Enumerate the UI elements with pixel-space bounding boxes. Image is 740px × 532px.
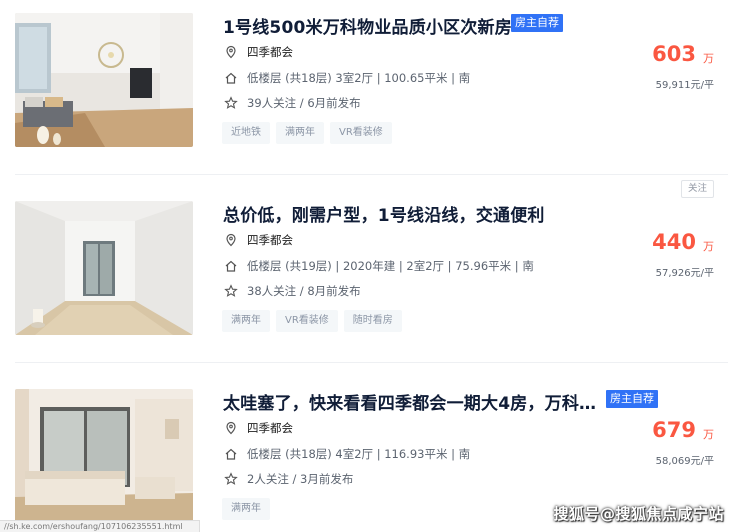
house-details: 低楼层 (共18层) 4室2厅 | 116.93平米 | 南: [247, 447, 471, 461]
follow-stats: 2人关注 / 3月前发布: [247, 472, 354, 486]
tag: 近地铁: [222, 122, 270, 144]
details-row: 低楼层 (共19层) | 2020年建 | 2室2厅 | 75.96平米 | 南: [222, 257, 534, 275]
price-unit: 万: [703, 52, 714, 65]
empty-room-photo: [15, 201, 193, 335]
tag-list: 满两年: [222, 498, 270, 520]
total-price: 603: [652, 42, 696, 66]
watermark: 搜狐号@搜狐焦点咸宁站: [553, 505, 724, 523]
stats-row: 2人关注 / 3月前发布: [222, 470, 353, 488]
tag-list: 满两年 VR看装修 随时看房: [222, 310, 402, 332]
star-icon: [222, 282, 240, 300]
tag: 随时看房: [343, 310, 402, 332]
total-price: 440: [652, 230, 696, 254]
listing-photo[interactable]: [15, 201, 193, 335]
location-pin-icon: [222, 231, 240, 249]
tag: 满两年: [222, 498, 270, 520]
unit-price: 59,911元/平: [655, 80, 714, 91]
house-details: 低楼层 (共19层) | 2020年建 | 2室2厅 | 75.96平米 | 南: [247, 259, 534, 273]
house-details: 低楼层 (共18层) 3室2厅 | 100.65平米 | 南: [247, 71, 471, 85]
bedroom-photo: [15, 389, 193, 523]
status-url-bar: //sh.ke.com/ershoufang/107106235551.html: [0, 520, 200, 532]
listing-card[interactable]: 关注 总价低，刚需户型，1号线沿线，交通便利 四季都会 低楼层 (共19层) |…: [0, 175, 740, 363]
owner-recommend-badge: 房主自荐: [511, 14, 563, 32]
listing-title[interactable]: 总价低，刚需户型，1号线沿线，交通便利: [223, 201, 545, 226]
tag: VR看装修: [330, 122, 392, 144]
tag: 满两年: [276, 122, 324, 144]
location-pin-icon: [222, 43, 240, 61]
total-price: 679: [652, 418, 696, 442]
community-name[interactable]: 四季都会: [247, 420, 293, 436]
listing-photo[interactable]: [15, 389, 193, 523]
price-unit: 万: [703, 240, 714, 253]
tag: 满两年: [222, 310, 270, 332]
follow-stats: 38人关注 / 8月前发布: [247, 284, 361, 298]
community-row[interactable]: 四季都会: [222, 43, 293, 61]
details-row: 低楼层 (共18层) 3室2厅 | 100.65平米 | 南: [222, 69, 470, 87]
listing-photo[interactable]: [15, 13, 193, 147]
listing-card[interactable]: 1号线500米万科物业品质小区次新房 房主自荐 四季都会 低楼层 (共18层) …: [0, 0, 740, 175]
house-icon: [222, 257, 240, 275]
star-icon: [222, 470, 240, 488]
star-icon: [222, 94, 240, 112]
unit-price: 58,069元/平: [655, 456, 714, 467]
stats-row: 38人关注 / 8月前发布: [222, 282, 361, 300]
tag: VR看装修: [276, 310, 338, 332]
house-icon: [222, 69, 240, 87]
stats-row: 39人关注 / 6月前发布: [222, 94, 361, 112]
follow-stats: 39人关注 / 6月前发布: [247, 96, 361, 110]
house-icon: [222, 445, 240, 463]
community-name[interactable]: 四季都会: [247, 232, 293, 248]
listing-title[interactable]: 1号线500米万科物业品质小区次新房: [223, 13, 512, 38]
price-unit: 万: [703, 428, 714, 441]
community-name[interactable]: 四季都会: [247, 44, 293, 60]
tag-list: 近地铁 满两年 VR看装修: [222, 122, 392, 144]
owner-recommend-badge: 房主自荐: [606, 390, 658, 408]
follow-button[interactable]: 关注: [680, 180, 714, 198]
listing-title[interactable]: 太哇塞了，快来看看四季都会一期大4房，万科…: [223, 389, 596, 414]
unit-price: 57,926元/平: [655, 268, 714, 279]
details-row: 低楼层 (共18层) 4室2厅 | 116.93平米 | 南: [222, 445, 470, 463]
community-row[interactable]: 四季都会: [222, 231, 293, 249]
living-room-photo: [15, 13, 193, 147]
location-pin-icon: [222, 419, 240, 437]
community-row[interactable]: 四季都会: [222, 419, 293, 437]
